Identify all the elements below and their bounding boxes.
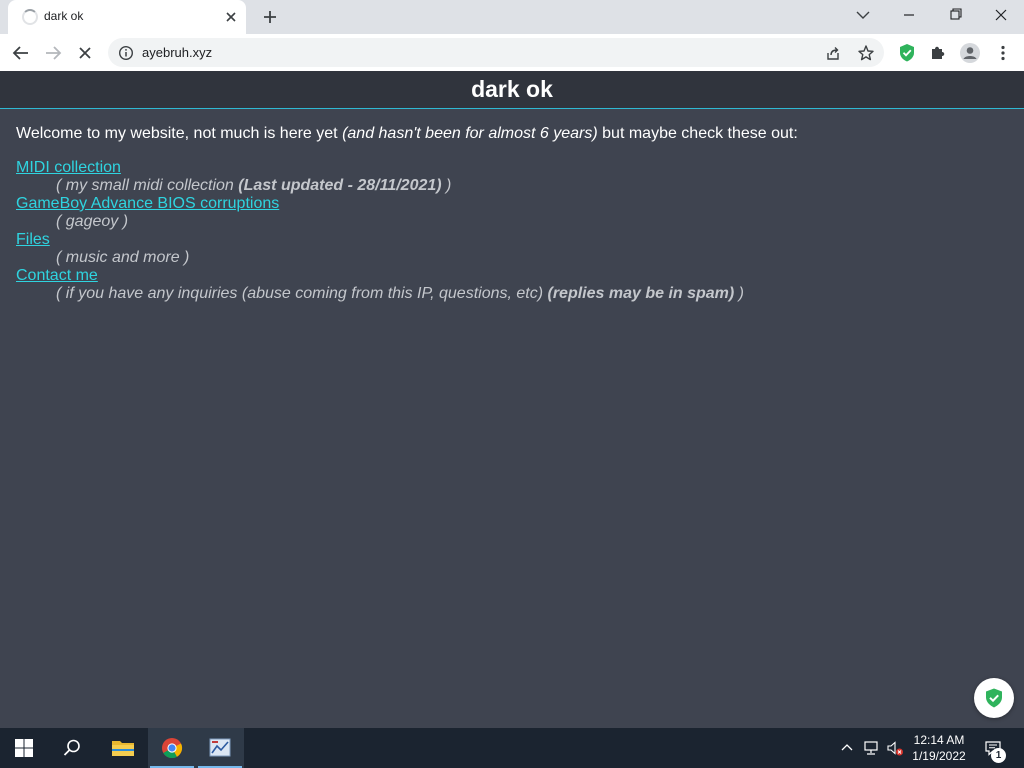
desc-text: ( gageoy ): [56, 213, 129, 230]
address-bar[interactable]: ayebruh.xyz: [108, 38, 884, 67]
notification-count-badge: 1: [991, 748, 1006, 763]
url-text[interactable]: ayebruh.xyz: [142, 45, 212, 60]
web-page: dark ok Welcome to my website, not much …: [0, 71, 1024, 728]
gba-bios-corruptions-link[interactable]: GameBoy Advance BIOS corruptions: [16, 195, 279, 213]
info-icon[interactable]: [118, 45, 134, 61]
contact-me-link[interactable]: Contact me: [16, 267, 98, 285]
close-window-button[interactable]: [978, 0, 1024, 30]
welcome-text-end: but maybe check these out:: [597, 125, 798, 142]
shield-extension-button[interactable]: [974, 678, 1014, 718]
profile-icon[interactable]: [957, 40, 983, 66]
menu-dots-icon[interactable]: [990, 40, 1016, 66]
shield-extension-icon[interactable]: [894, 40, 920, 66]
shield-check-icon: [986, 688, 1002, 708]
link-description: ( if you have any inquiries (abuse comin…: [16, 285, 744, 303]
desc-text-end: ): [441, 177, 452, 194]
page-header: dark ok: [0, 71, 1024, 109]
tab-search-button[interactable]: [840, 0, 886, 30]
page-title: dark ok: [471, 76, 553, 102]
clock-date: 1/19/2022: [912, 749, 966, 763]
link-description: ( music and more ): [16, 249, 744, 267]
restore-button[interactable]: [932, 0, 978, 30]
search-button[interactable]: [48, 728, 96, 768]
tab-title: dark ok: [44, 9, 84, 23]
browser-toolbar: ayebruh.xyz: [0, 34, 1024, 72]
puzzle-extensions-icon[interactable]: [925, 40, 951, 66]
loading-spinner-icon: [22, 9, 38, 25]
start-button[interactable]: [0, 728, 48, 768]
chevron-up-icon[interactable]: [838, 739, 856, 757]
network-icon[interactable]: [862, 739, 880, 757]
minimize-button[interactable]: [886, 0, 932, 30]
desc-text: ( if you have any inquiries (abuse comin…: [56, 285, 548, 302]
desc-bold-text: (Last updated - 28/11/2021): [238, 177, 442, 194]
chrome-button[interactable]: [148, 728, 196, 768]
midi-collection-link[interactable]: MIDI collection: [16, 159, 121, 177]
app-button[interactable]: [196, 728, 244, 768]
desc-text: ( my small midi collection: [56, 177, 239, 194]
clock-time: 12:14 AM: [913, 733, 965, 747]
welcome-text-start: Welcome to my website, not much is here …: [16, 125, 343, 142]
new-tab-button[interactable]: [258, 6, 282, 28]
welcome-text: Welcome to my website, not much is here …: [16, 125, 798, 143]
chrome-icon: [162, 738, 183, 759]
search-icon: [63, 739, 80, 756]
volume-muted-icon[interactable]: [886, 739, 904, 757]
link-list: MIDI collection ( my small midi collecti…: [16, 159, 744, 303]
desc-text: ( music and more ): [56, 249, 190, 266]
list-item: Contact me ( if you have any inquiries (…: [16, 267, 744, 303]
list-item: MIDI collection ( my small midi collecti…: [16, 159, 744, 195]
windows-taskbar: 12:14 AM 1/19/2022 1: [0, 728, 1024, 768]
desc-text-end: ): [734, 285, 745, 302]
link-description: ( gageoy ): [16, 213, 744, 231]
file-explorer-button[interactable]: [98, 728, 146, 768]
share-icon[interactable]: [824, 44, 842, 62]
browser-tab-strip: dark ok: [0, 0, 1024, 34]
desc-bold-text: (replies may be in spam): [547, 285, 735, 302]
stop-loading-button[interactable]: [72, 40, 98, 66]
link-description: ( my small midi collection (Last updated…: [16, 177, 744, 195]
file-explorer-icon: [112, 741, 134, 756]
forward-button[interactable]: [40, 40, 66, 66]
list-item: Files ( music and more ): [16, 231, 744, 267]
app-icon: [209, 738, 231, 757]
back-button[interactable]: [8, 40, 34, 66]
close-icon[interactable]: [222, 8, 240, 26]
system-clock[interactable]: 12:14 AM 1/19/2022: [906, 732, 972, 764]
files-link[interactable]: Files: [16, 231, 50, 249]
windows-start-icon: [15, 739, 33, 757]
welcome-emphasis: (and hasn't been for almost 6 years): [342, 125, 598, 142]
browser-tab[interactable]: dark ok: [8, 0, 246, 34]
list-item: GameBoy Advance BIOS corruptions ( gageo…: [16, 195, 744, 231]
star-icon[interactable]: [857, 44, 875, 62]
